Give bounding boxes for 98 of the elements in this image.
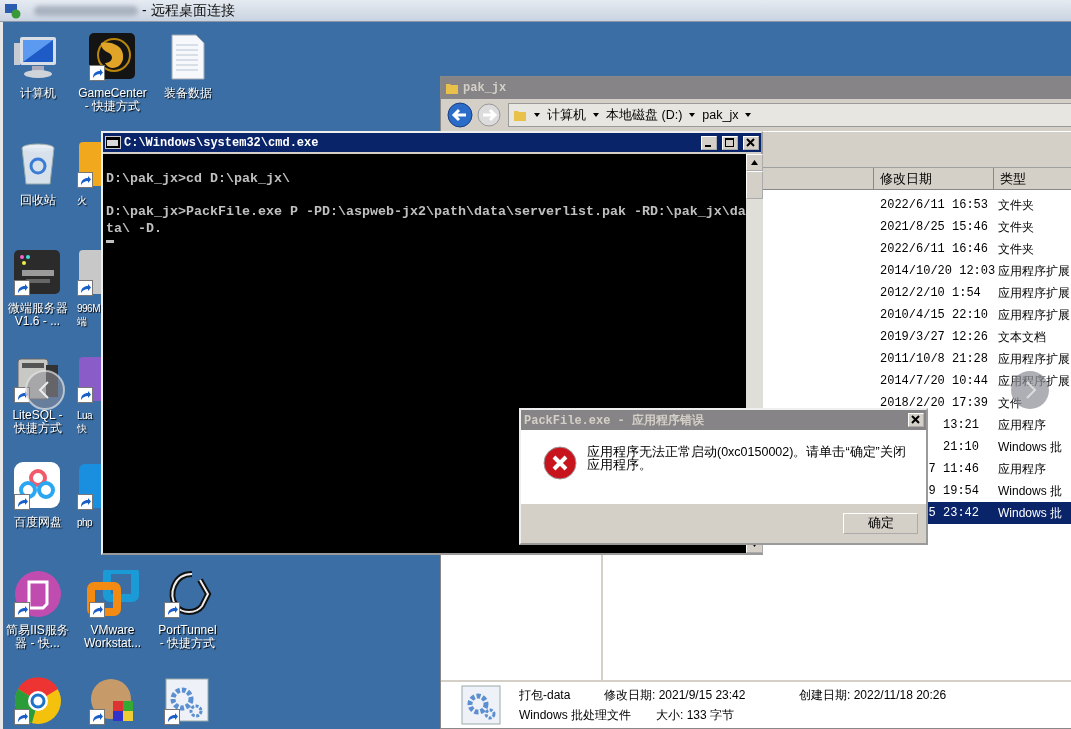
console-line: D:\pak_jx>PackFile.exe P -PD:\aspweb-jx2\path\data\serverlist.pak -RD:\pak_jx\data\ -D. <box>106 204 746 237</box>
desktop-icon-label[interactable]: 百度网盘 <box>13 516 62 530</box>
type-cell-text: 应用程序扩展 <box>997 284 1070 302</box>
window-title: C:\Windows\system32\cmd.exe <box>124 135 319 150</box>
created-date: 创建日期: 2022/11/18 20:26 <box>799 688 947 702</box>
engine-icon[interactable] <box>13 249 60 294</box>
column-header[interactable]: 修改日期 <box>874 168 994 189</box>
type-cell-text: Windows 批 <box>997 504 1062 522</box>
date-cell: 2012/2/10 1:54 <box>880 286 981 300</box>
desktop-icon-label[interactable]: VMware Workstat... <box>83 623 142 650</box>
scroll-up-button[interactable] <box>746 154 763 171</box>
file-row[interactable]: 2014/7/20 10:44 应用程序扩展 <box>873 370 1071 392</box>
date-cell: 13:21 <box>943 418 979 432</box>
column-header[interactable]: 类型 <box>994 168 1071 189</box>
desktop-icon-label[interactable]: 火 <box>75 194 87 208</box>
date-cell: 9 19:54 <box>928 484 979 498</box>
type-cell-text: 应用程序扩展 <box>997 262 1070 280</box>
date-cell: 2014/10/20 12:03 <box>880 264 996 278</box>
desktop-icon-label[interactable]: 简易IIS服务 器 - 快... <box>6 623 69 650</box>
date-cell: 7 11:46 <box>928 462 979 476</box>
address-bar[interactable]: 计算机 本地磁盘 (D:) pak_jx <box>508 103 1071 127</box>
gear-icon <box>461 685 501 725</box>
window-title: - 远程桌面连接 <box>142 1 235 20</box>
error-icon <box>543 446 577 480</box>
date-cell: 2011/10/8 21:28 <box>880 352 989 366</box>
breadcrumb-item[interactable]: 计算机 <box>547 106 586 124</box>
file-name: 打包-data <box>519 688 571 702</box>
close-button[interactable] <box>743 135 759 150</box>
file-size: 大小: 133 字节 <box>656 708 735 722</box>
close-button[interactable] <box>908 413 924 427</box>
file-row[interactable]: 2012/2/10 1:54 应用程序扩展 <box>873 282 1071 304</box>
file-row[interactable]: 2014/10/20 12:03 应用程序扩展 <box>873 260 1071 282</box>
date-cell: 5 23:42 <box>928 506 979 520</box>
date-cell: 2018/2/20 17:39 <box>880 396 989 410</box>
date-cell: 2022/6/11 16:46 <box>880 242 989 256</box>
vmware-icon[interactable] <box>86 569 139 616</box>
date-cell: 2014/7/20 10:44 <box>880 374 989 388</box>
dropdown-arrow-icon[interactable] <box>592 111 600 119</box>
console-line: D:\pak_jx>cd D:\pak_jx\ <box>106 171 291 188</box>
type-cell-text: 文本文档 <box>997 328 1046 346</box>
type-cell-text: 应用程序 <box>997 416 1046 434</box>
file-row[interactable]: 2011/10/8 21:28 应用程序扩展 <box>873 348 1071 370</box>
file-row[interactable]: 2021/8/25 15:46 文件夹 <box>873 216 1071 238</box>
dropdown-arrow-icon[interactable] <box>688 111 697 119</box>
type-cell-text: Windows 批 <box>997 482 1062 500</box>
back-button[interactable] <box>447 102 473 128</box>
desktop-icon-label[interactable]: Lua 快 <box>75 408 93 435</box>
file-row[interactable]: 2022/6/11 16:46 文件夹 <box>873 238 1071 260</box>
file-row[interactable]: 2022/6/11 16:53 文件夹 <box>873 194 1071 216</box>
type-cell-text: 文件夹 <box>997 196 1034 214</box>
desktop-icon-label[interactable]: 计算机 <box>19 87 56 100</box>
file-row[interactable]: 2019/3/27 12:26 文本文档 <box>873 326 1071 348</box>
type-cell-text: 应用程序 <box>997 460 1046 478</box>
breadcrumb-item[interactable]: pak_jx <box>702 108 739 122</box>
modified-date: 修改日期: 2021/9/15 23:42 <box>604 688 746 702</box>
type-cell-text: Windows 批 <box>997 438 1062 456</box>
folder-icon <box>513 108 527 122</box>
type-cell-text: 应用程序扩展 <box>997 350 1070 368</box>
desktop-icon-label[interactable]: GameCenter - 快捷方式 <box>78 87 147 113</box>
error-message: 应用程序无法正常启动(0xc0150002)。请单击“确定”关闭应用程序。 <box>587 446 907 472</box>
desktop-icon-label[interactable]: 装备数据 <box>163 87 212 100</box>
date-cell: 2010/4/15 22:10 <box>880 308 989 322</box>
type-cell-text: 文件 <box>997 394 1022 412</box>
date-cell: 21:10 <box>943 440 979 454</box>
remote-desktop-icon <box>4 2 22 19</box>
console-icon <box>105 136 121 149</box>
desktop-icon-label[interactable]: PortTunnel - 快捷方式 <box>158 623 217 650</box>
desktop-icon-label[interactable]: php <box>75 516 93 530</box>
dialog-title: PackFile.exe - 应用程序错误 <box>524 412 705 429</box>
date-cell: 2022/6/11 16:53 <box>880 198 989 212</box>
desktop-icon-label[interactable]: 996M 端 <box>75 301 100 328</box>
tunnel-icon[interactable] <box>169 570 211 615</box>
minimize-button[interactable] <box>701 135 717 150</box>
computer-icon[interactable] <box>13 37 56 78</box>
gear-icon[interactable] <box>165 678 208 722</box>
desktop-icon-label[interactable]: 微端服务器 V1.6 - ... <box>7 301 68 328</box>
window-title: pak_jx <box>463 81 507 95</box>
ok-button[interactable]: 确定 <box>843 513 918 534</box>
file-row[interactable]: 2010/4/15 22:10 应用程序扩展 <box>873 304 1071 326</box>
file-row[interactable]: 2018/2/20 17:39 文件 <box>873 392 1071 414</box>
desktop-icon-label[interactable]: LiteSQL - 快捷方式 <box>12 408 63 435</box>
maximize-button[interactable] <box>722 135 738 150</box>
type-cell-text: 应用程序扩展 <box>997 372 1070 390</box>
date-cell: 2021/8/25 15:46 <box>880 220 989 234</box>
type-cell-text: 文件夹 <box>997 218 1034 236</box>
date-cell: 2019/3/27 12:26 <box>880 330 989 344</box>
file-type: Windows 批处理文件 <box>519 708 631 722</box>
type-cell-text: 文件夹 <box>997 240 1034 258</box>
folder-icon <box>445 81 459 95</box>
desktop-icon-label[interactable]: 回收站 <box>19 194 56 208</box>
breadcrumb-item[interactable]: 本地磁盘 (D:) <box>606 106 683 124</box>
scroll-thumb[interactable] <box>746 171 763 199</box>
dropdown-arrow-icon[interactable] <box>533 111 541 119</box>
document-icon[interactable] <box>171 34 204 80</box>
type-cell-text: 应用程序扩展 <box>997 306 1070 324</box>
text-cursor <box>106 239 114 243</box>
dropdown-arrow-icon[interactable] <box>744 111 753 119</box>
recycle-bin-icon[interactable] <box>21 143 54 185</box>
